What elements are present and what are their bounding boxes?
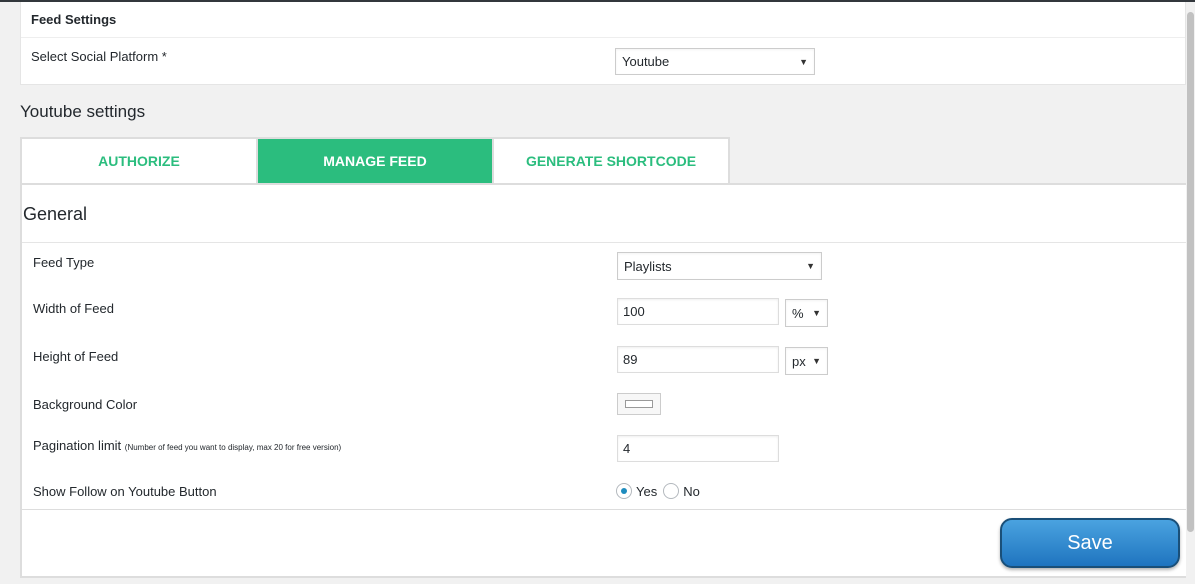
divider [22,242,1187,243]
follow-button-radio-group: Yes No [616,483,706,499]
background-color-picker[interactable] [617,393,661,415]
feed-type-label: Feed Type [33,255,95,270]
tab-manage-feed[interactable]: MANAGE FEED [256,137,494,185]
platform-select[interactable]: Youtube ▼ [615,48,815,75]
width-label: Width of Feed [33,301,114,316]
follow-yes-radio[interactable] [616,483,632,499]
chevron-down-icon: ▼ [812,308,821,318]
chevron-down-icon: ▼ [812,356,821,366]
pagination-label: Pagination limit (Number of feed you wan… [33,438,341,453]
feed-settings-box: Feed Settings Select Social Platform * Y… [20,2,1186,85]
save-button[interactable]: Save [1000,518,1180,568]
color-swatch [625,400,653,408]
pagination-label-text: Pagination limit [33,438,122,453]
chevron-down-icon: ▼ [806,261,815,271]
pagination-hint: (Number of feed you want to display, max… [124,443,342,452]
general-heading: General [23,204,88,224]
platform-row: Select Social Platform * Youtube ▼ [21,38,1185,84]
platform-select-value: Youtube [622,54,670,69]
tab-authorize[interactable]: AUTHORIZE [20,137,258,185]
height-unit-value: px [792,353,806,369]
height-label: Height of Feed [33,349,119,364]
height-unit-select[interactable]: px ▼ [785,347,828,375]
width-unit-value: % [792,305,804,321]
follow-no-label[interactable]: No [683,484,700,499]
settings-tabs: AUTHORIZE MANAGE FEED GENERATE SHORTCODE [20,137,730,185]
feed-settings-title: Feed Settings [21,2,1185,38]
feed-type-select[interactable]: Playlists ▼ [617,252,822,280]
width-input[interactable]: 100 [617,298,779,325]
scrollbar[interactable] [1186,2,1195,584]
divider [22,509,1187,510]
scrollbar-thumb[interactable] [1187,12,1194,532]
width-unit-select[interactable]: % ▼ [785,299,828,327]
section-title: Youtube settings [20,102,146,121]
height-input[interactable]: 89 [617,346,779,373]
pagination-input[interactable]: 4 [617,435,779,462]
follow-yes-label[interactable]: Yes [636,484,657,499]
platform-label: Select Social Platform * [31,49,167,64]
chevron-down-icon: ▼ [799,56,808,67]
feed-type-select-value: Playlists [624,258,672,274]
background-color-label: Background Color [33,397,138,412]
follow-no-radio[interactable] [663,483,680,499]
tab-generate-shortcode[interactable]: GENERATE SHORTCODE [492,137,730,185]
follow-button-label: Show Follow on Youtube Button [33,484,217,499]
